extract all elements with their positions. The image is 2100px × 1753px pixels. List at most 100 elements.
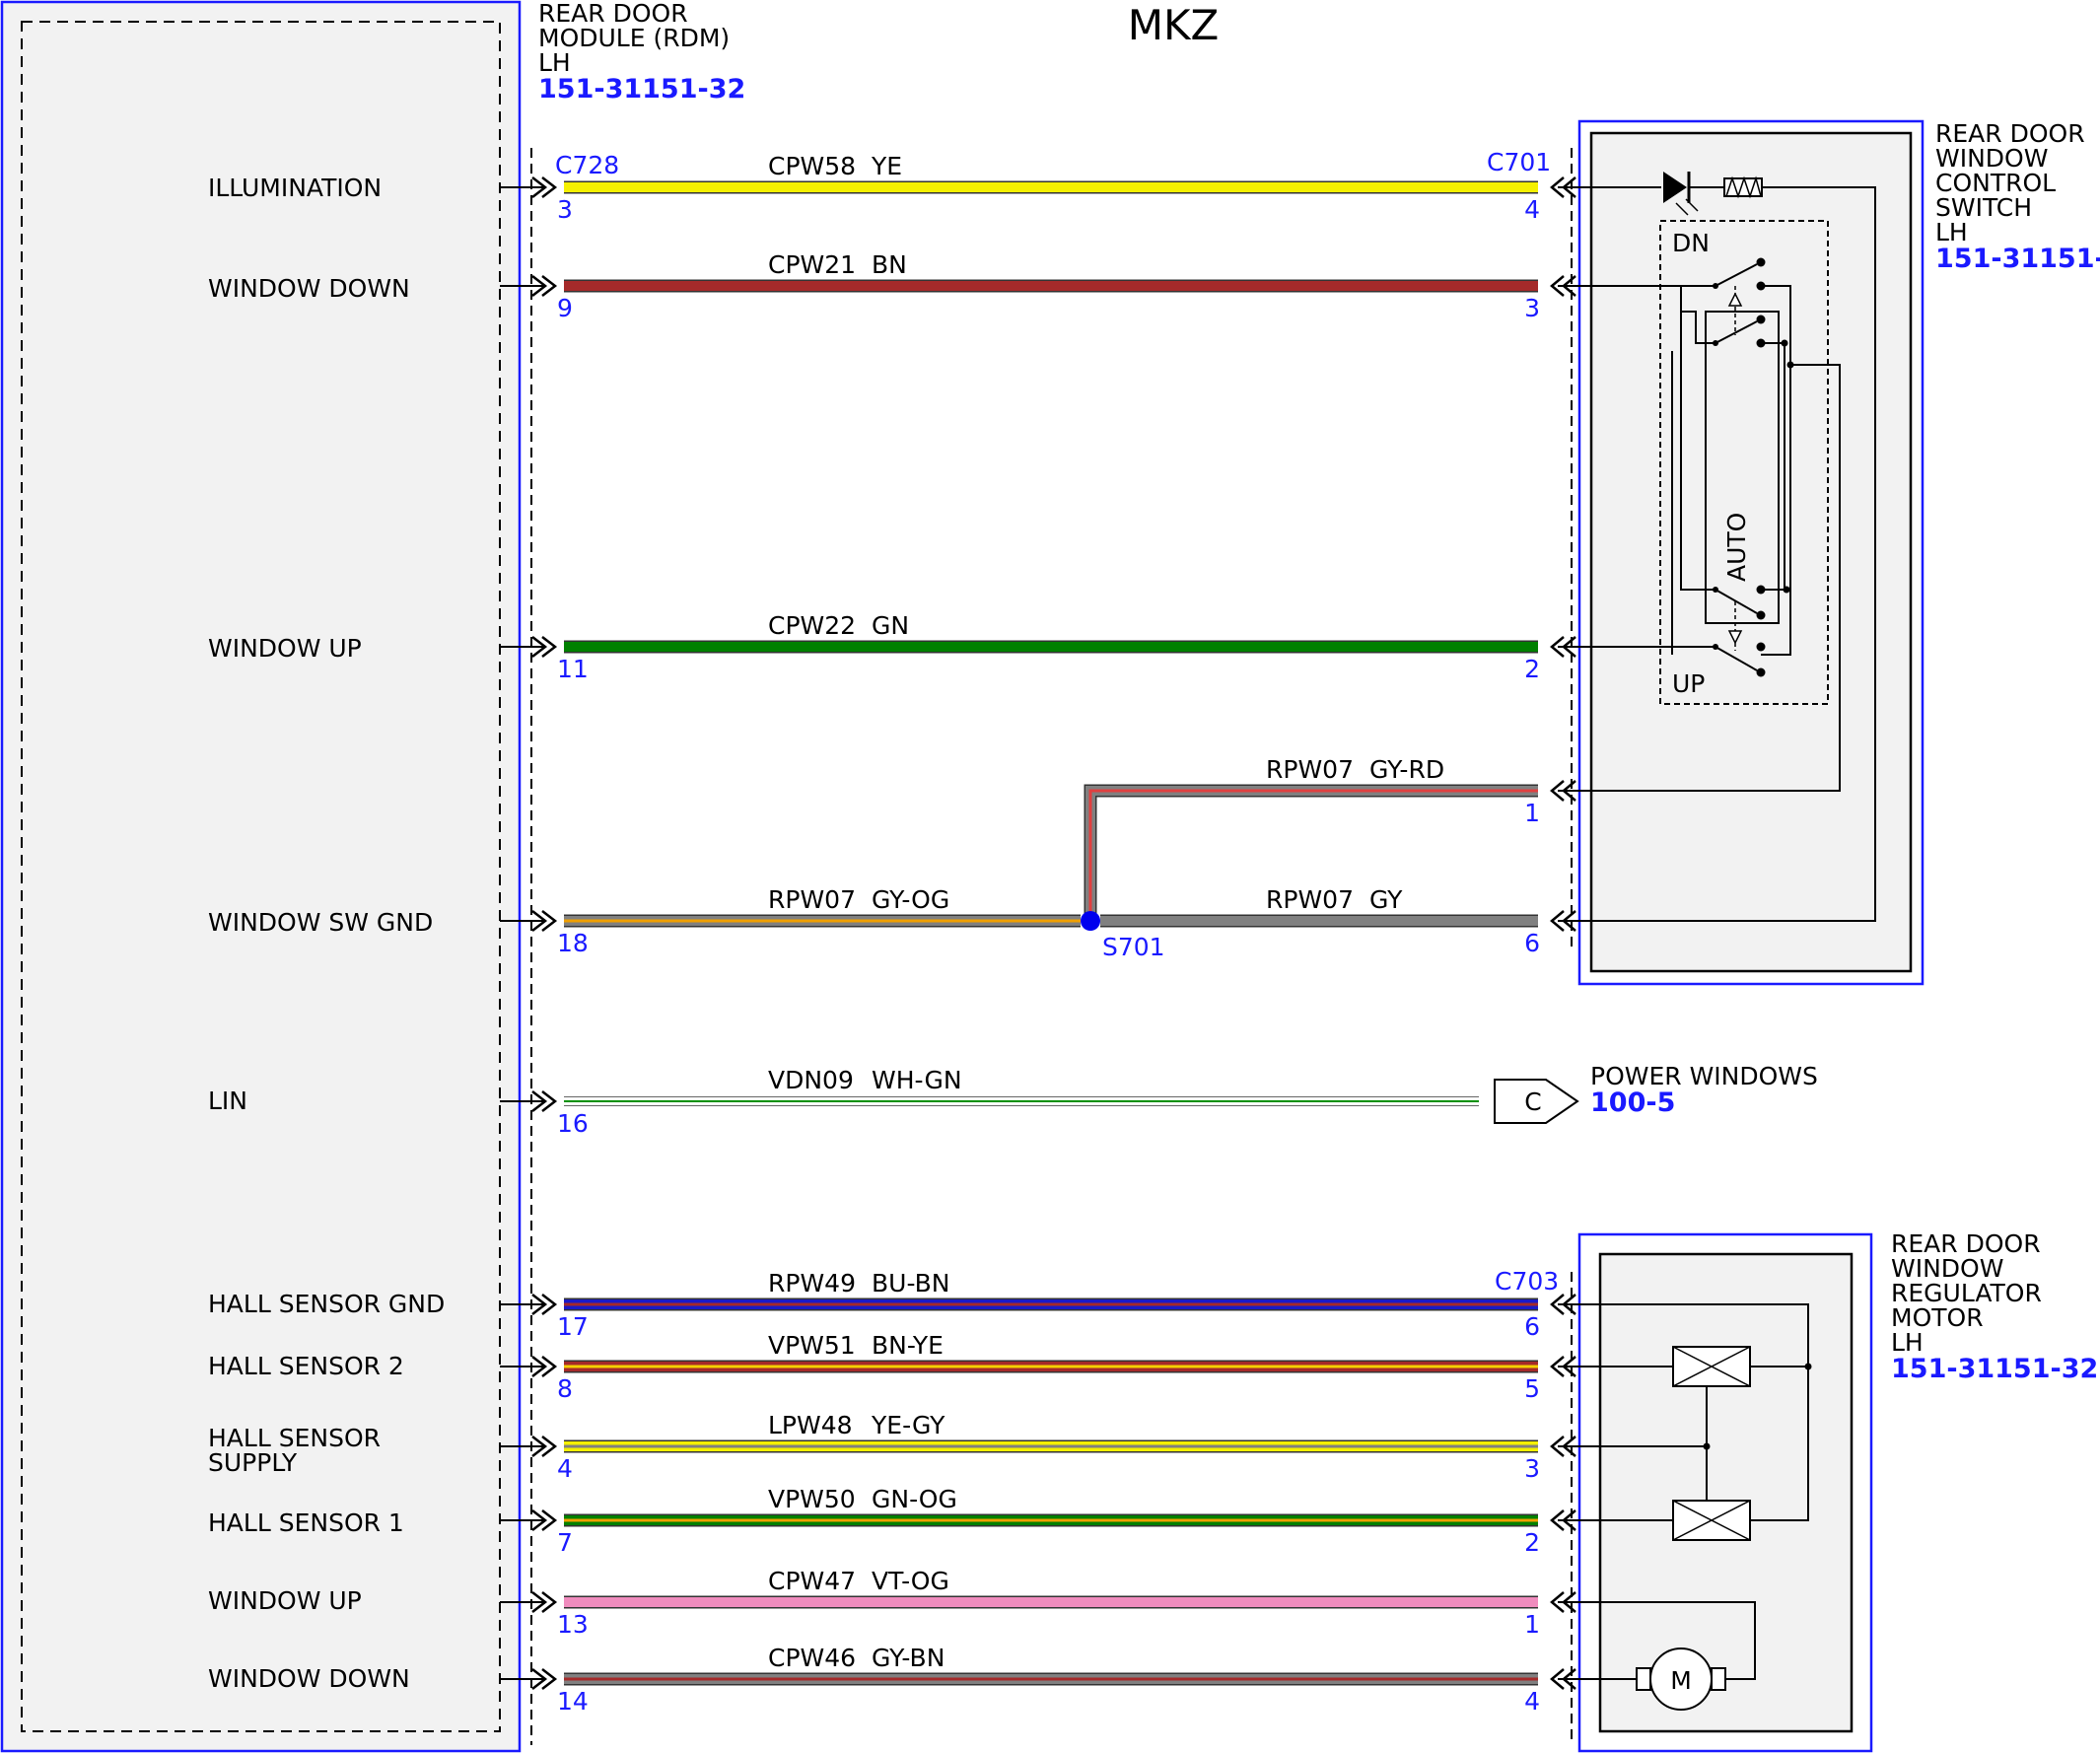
- wire-circuit-id: VPW51: [768, 1331, 856, 1360]
- switch-dn-label: DN: [1672, 229, 1710, 257]
- motor-label: M: [1670, 1666, 1692, 1695]
- switch-junction: [1781, 339, 1788, 347]
- wire-color-code: BN-YE: [872, 1331, 944, 1360]
- right-pin-number: 4: [1524, 195, 1540, 224]
- motor-brush: [1636, 1667, 1651, 1691]
- wire-color-code: GY-BN: [872, 1644, 945, 1672]
- up-auto-contact: [1756, 610, 1766, 620]
- signal-label: HALL SENSOR GND: [208, 1290, 445, 1318]
- switch-connector-id: C701: [1487, 148, 1551, 176]
- right-pin-number: 5: [1524, 1374, 1540, 1403]
- wire[interactable]: LPW48 YE-GY 4 3: [557, 1411, 1540, 1483]
- rdm-connector-id: C728: [555, 151, 619, 179]
- wire[interactable]: VDN09 WH-GN 16: [557, 1066, 1479, 1138]
- dn-contact: [1756, 257, 1766, 267]
- wire-color-code: YE: [871, 152, 902, 180]
- wire-circuit-id: CPW21: [768, 250, 856, 279]
- wire-harness: CPW58 YE 3 4 CPW21 BN 9 3 CPW22 GN 11 2 RPW07 GY-RD 1 R…: [557, 152, 1540, 1716]
- motor-module-body: [1598, 1252, 1854, 1733]
- left-pin-number: 4: [557, 1454, 573, 1483]
- up-contact: [1756, 642, 1766, 652]
- rdm-module: REAR DOOR MODULE (RDM) LH 151-31151-32 C…: [0, 0, 745, 1753]
- hall-supply-junction: [1703, 1442, 1711, 1450]
- right-pin-number: 3: [1524, 1454, 1540, 1483]
- wire[interactable]: RPW07 GY-OG 18: [557, 885, 1081, 957]
- signal-label: WINDOW UP: [208, 1586, 362, 1615]
- wire-circuit-id: RPW07: [1266, 885, 1354, 914]
- right-pin-number: 2: [1524, 1528, 1540, 1557]
- right-pin-number: 1: [1524, 1610, 1540, 1639]
- right-pin-number: 4: [1524, 1687, 1540, 1716]
- wire-color-code: BN: [872, 250, 907, 279]
- wire[interactable]: CPW58 YE 3 4: [557, 152, 1540, 224]
- wire-color-code: YE-GY: [871, 1411, 945, 1439]
- motor-name-line-5: LH: [1891, 1328, 1924, 1357]
- window-regulator-motor: REAR DOOR WINDOW REGULATOR MOTOR LH 151-…: [1495, 1229, 2098, 1753]
- offpage-ref-link[interactable]: 100-5: [1590, 1087, 1675, 1118]
- switch-junction: [1783, 586, 1790, 594]
- up-auto-contact: [1756, 585, 1766, 595]
- switch-module-body: [1589, 131, 1913, 973]
- up-contact: [1756, 667, 1766, 677]
- motor-connector-id: C703: [1495, 1267, 1559, 1296]
- left-pin-number: 11: [557, 655, 589, 683]
- offpage-connector[interactable]: C POWER WINDOWS 100-5: [1494, 1062, 1818, 1124]
- wire-circuit-id: VDN09: [768, 1066, 854, 1094]
- right-pin-number: 3: [1524, 294, 1540, 322]
- right-pin-number: 6: [1524, 929, 1540, 957]
- left-pin-number: 18: [557, 929, 589, 957]
- wire[interactable]: RPW49 BU-BN 17 6: [557, 1269, 1540, 1341]
- signal-label: HALL SENSOR 1: [208, 1508, 404, 1537]
- left-pin-number: 9: [557, 294, 573, 322]
- rdm-ref-link[interactable]: 151-31151-32: [538, 74, 745, 105]
- left-pin-number: 13: [557, 1610, 589, 1639]
- signal-label: SUPPLY: [208, 1448, 298, 1477]
- signal-label: WINDOW DOWN: [208, 274, 410, 303]
- left-pin-number: 3: [557, 195, 573, 224]
- switch-ref-link[interactable]: 151-31151-32: [1935, 244, 2100, 274]
- left-pin-number: 8: [557, 1374, 573, 1403]
- signal-label: ILLUMINATION: [208, 174, 382, 202]
- wire-circuit-id: CPW58: [768, 152, 856, 180]
- wire-color-code: BU-BN: [872, 1269, 949, 1297]
- left-pin-number: 7: [557, 1528, 573, 1557]
- motor-brush: [1711, 1667, 1726, 1691]
- wire[interactable]: VPW50 GN-OG 7 2: [557, 1485, 1540, 1557]
- wire-circuit-id: RPW07: [768, 885, 856, 914]
- wire[interactable]: CPW22 GN 11 2: [557, 611, 1540, 683]
- left-pin-number: 14: [557, 1687, 589, 1716]
- signal-label: LIN: [208, 1087, 247, 1115]
- splice-id: S701: [1102, 933, 1165, 961]
- switch-up-label: UP: [1672, 669, 1705, 698]
- wire-circuit-id: VPW50: [768, 1485, 856, 1513]
- dn-auto-contact: [1756, 315, 1766, 324]
- wire[interactable]: CPW47 VT-OG 13 1: [557, 1567, 1540, 1639]
- wire-circuit-id: RPW49: [768, 1269, 856, 1297]
- left-pin-number: 17: [557, 1312, 589, 1341]
- diagram-title: MKZ: [1128, 1, 1220, 49]
- wire-color-code: GY-OG: [872, 885, 949, 914]
- wire-color-code: GN-OG: [872, 1485, 957, 1513]
- motor-ref-link[interactable]: 151-31151-32: [1891, 1354, 2098, 1384]
- rdm-name-line-3: LH: [538, 48, 571, 77]
- signal-label: WINDOW UP: [208, 634, 362, 663]
- right-pin-number: 6: [1524, 1312, 1540, 1341]
- right-pin-number: 2: [1524, 655, 1540, 683]
- right-pin-number: 1: [1524, 799, 1540, 827]
- wire[interactable]: CPW46 GY-BN 14 4: [557, 1644, 1540, 1716]
- switch-auto-label: AUTO: [1722, 513, 1751, 582]
- rdm-module-border: [0, 0, 522, 1753]
- offpage-name: POWER WINDOWS: [1590, 1062, 1818, 1090]
- wiring-diagram: MKZ REAR DOOR MODULE (RDM) LH 151-31151-…: [0, 0, 2100, 1753]
- wire[interactable]: VPW51 BN-YE 8 5: [557, 1331, 1540, 1403]
- splice-dot: [1081, 911, 1100, 931]
- wire-color-code: GY: [1369, 885, 1403, 914]
- wire-circuit-id: CPW47: [768, 1567, 856, 1595]
- wire[interactable]: RPW07 GY 6: [1100, 885, 1540, 957]
- up-auto-contact: [1713, 587, 1718, 593]
- signal-label: WINDOW SW GND: [208, 908, 433, 937]
- wire[interactable]: CPW21 BN 9 3: [557, 250, 1540, 322]
- switch-name-line-5: LH: [1935, 218, 1968, 246]
- hall-gnd-junction: [1804, 1363, 1812, 1370]
- wire-color-code: GY-RD: [1369, 755, 1444, 784]
